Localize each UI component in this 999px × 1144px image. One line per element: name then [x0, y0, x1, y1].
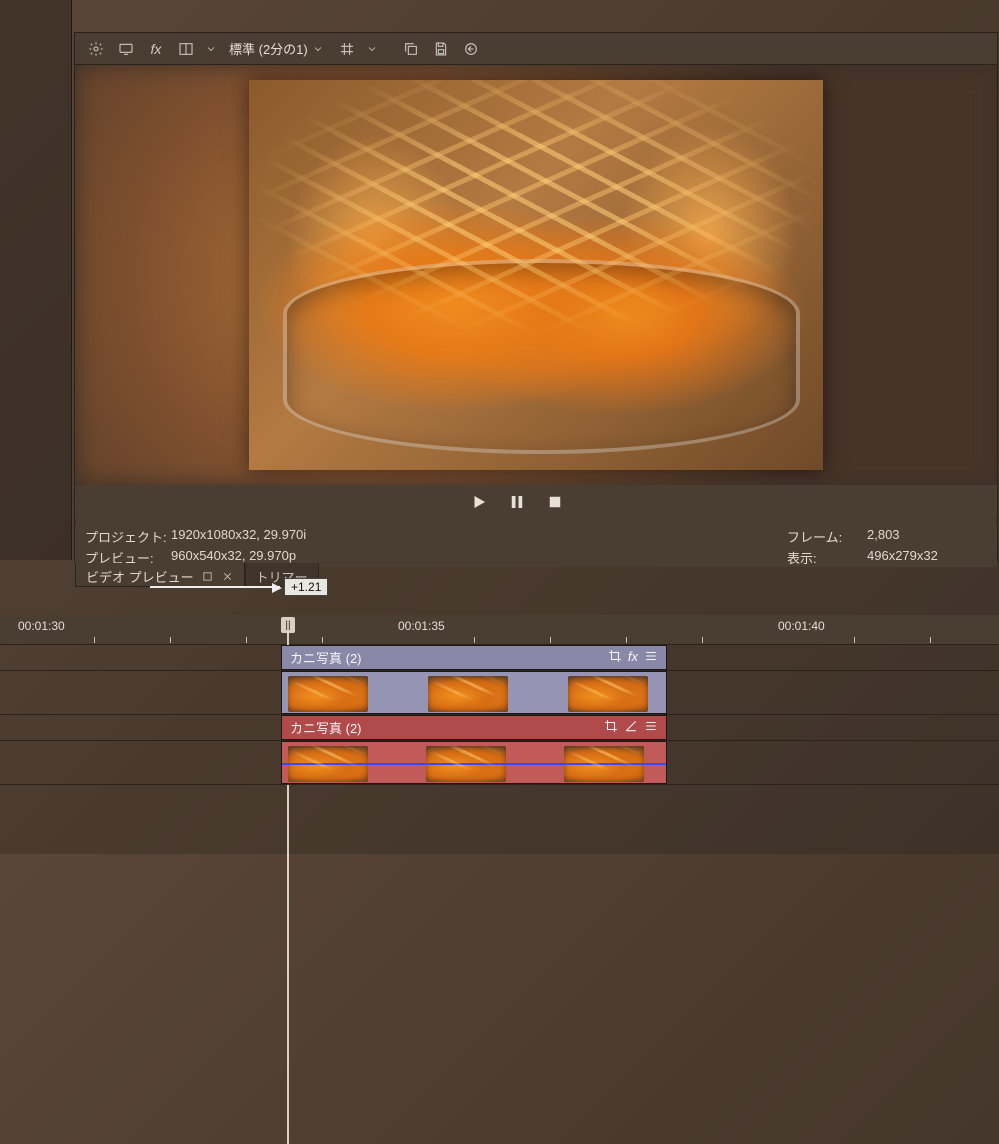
- playback-menu-icon[interactable]: [582, 491, 604, 513]
- menu-icon[interactable]: [644, 719, 658, 736]
- preview-info: プロジェクト: 1920x1080x32, 29.970i フレーム: 2,80…: [75, 523, 997, 567]
- clip-thumbnail: [564, 746, 644, 782]
- zoom-preset-label: 標準 (2分の1): [229, 39, 308, 58]
- gear-icon[interactable]: [85, 38, 107, 60]
- playhead[interactable]: ||: [281, 617, 295, 633]
- zoom-preset-dropdown[interactable]: 標準 (2分の1): [225, 39, 328, 58]
- preview-toolbar: fx 標準 (2分の1): [75, 33, 997, 65]
- chevron-down-icon[interactable]: [366, 38, 378, 60]
- crop-icon[interactable]: [608, 649, 622, 666]
- zoom-value[interactable]: +1.21: [284, 578, 328, 596]
- project-value: 1920x1080x32, 29.970i: [171, 527, 371, 546]
- external-preview-icon[interactable]: [115, 38, 137, 60]
- timeline: 00:01:30 00:01:35 00:01:40 || カニ写真 (2) f…: [0, 615, 999, 854]
- play-button[interactable]: [468, 491, 490, 513]
- fx-icon[interactable]: fx: [628, 649, 638, 666]
- clip-header[interactable]: カニ写真 (2) fx: [281, 645, 667, 670]
- arrow-icon: [150, 586, 280, 588]
- display-value: 496x279x32: [867, 548, 987, 567]
- clear-overlays-icon[interactable]: [460, 38, 482, 60]
- stop-button[interactable]: [544, 491, 566, 513]
- preview-panel: fx 標準 (2分の1) プロジェ: [74, 32, 998, 562]
- video-track-thumbs[interactable]: [0, 671, 999, 715]
- clip-thumbnail: [428, 676, 508, 712]
- playback-controls: [75, 485, 997, 519]
- ruler-mark: 00:01:35: [398, 619, 445, 633]
- clip-thumbnail: [288, 746, 368, 782]
- display-label: 表示:: [787, 548, 867, 567]
- copy-icon[interactable]: [400, 38, 422, 60]
- clip-thumbnail: [426, 746, 506, 782]
- menu-icon[interactable]: [644, 649, 658, 666]
- clip-header[interactable]: カニ写真 (2): [281, 715, 667, 740]
- fx-icon[interactable]: fx: [145, 38, 167, 60]
- chevron-down-icon[interactable]: [205, 38, 217, 60]
- timeline-ruler[interactable]: 00:01:30 00:01:35 00:01:40 ||: [0, 615, 999, 645]
- clip-thumbs[interactable]: [281, 741, 667, 784]
- frame-label: フレーム:: [787, 527, 867, 546]
- pause-button[interactable]: [506, 491, 528, 513]
- clip-title: カニ写真 (2): [290, 648, 362, 667]
- video-track-2[interactable]: カニ写真 (2): [0, 715, 999, 741]
- crop-icon[interactable]: [604, 719, 618, 736]
- clip-title: カニ写真 (2): [290, 718, 362, 737]
- preview-viewport[interactable]: [75, 65, 997, 485]
- preview-frame-image: [249, 80, 823, 470]
- ruler-mark: 00:01:30: [18, 619, 65, 633]
- save-icon[interactable]: [430, 38, 452, 60]
- clip-thumbnail: [288, 676, 368, 712]
- project-label: プロジェクト:: [85, 527, 171, 546]
- video-track[interactable]: カニ写真 (2) fx: [0, 645, 999, 671]
- clip-thumbnail: [568, 676, 648, 712]
- clip-thumbs[interactable]: [281, 671, 667, 714]
- ruler-mark: 00:01:40: [778, 619, 825, 633]
- grid-icon[interactable]: [336, 38, 358, 60]
- video-track-2-thumbs[interactable]: [0, 741, 999, 785]
- frame-value: 2,803: [867, 527, 987, 546]
- split-screen-icon[interactable]: [175, 38, 197, 60]
- zoom-indicator: +1.21: [150, 578, 328, 596]
- fade-icon[interactable]: [624, 719, 638, 736]
